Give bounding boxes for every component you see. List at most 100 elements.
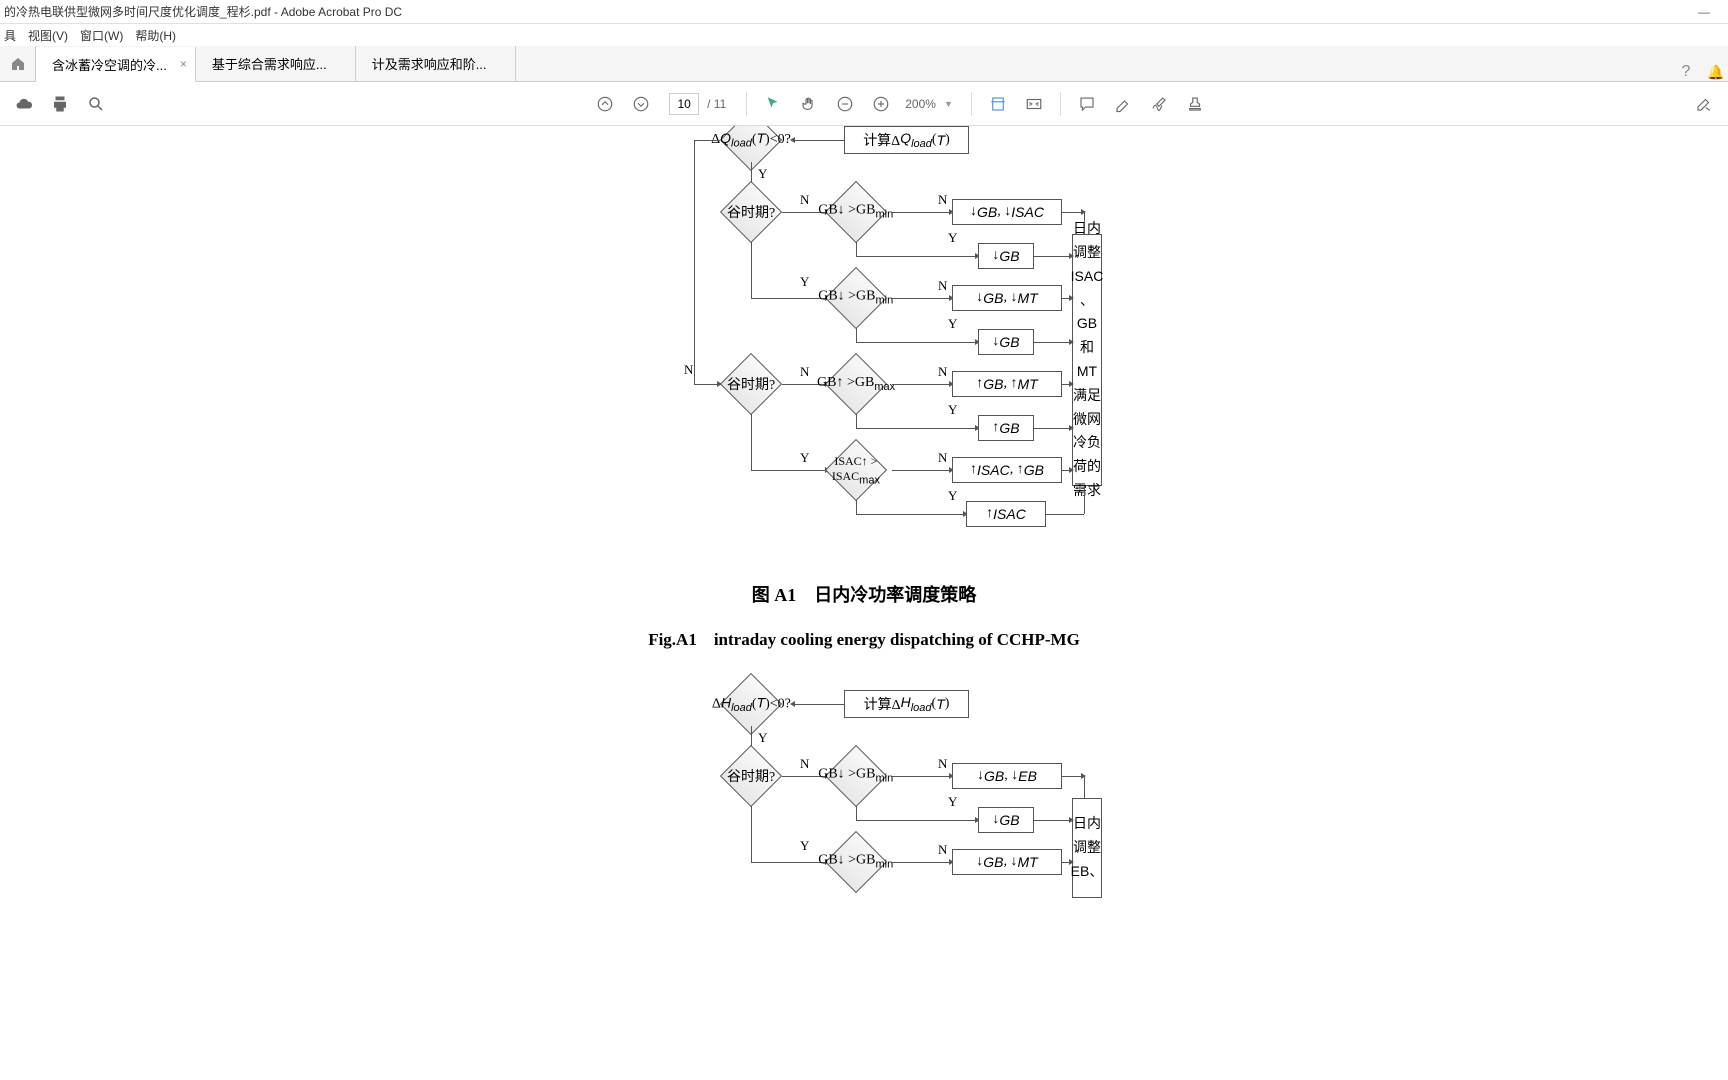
home-tab[interactable] (0, 46, 36, 81)
figure-caption-cn: 图 A1 日内冷功率调度策略 (414, 581, 1314, 607)
flow-connector (856, 428, 978, 429)
tab-document-3[interactable]: 计及需求响应和阶... (356, 46, 516, 81)
help-icon[interactable]: ? (1668, 63, 1704, 81)
minimize-button[interactable]: — (1684, 5, 1724, 19)
flow-connector (1062, 298, 1072, 299)
zoom-dropdown[interactable]: ▼ (944, 99, 953, 109)
node-summary-h-vertical: 日内调整EB、 (1072, 798, 1102, 898)
page-up-button[interactable] (589, 88, 621, 120)
flow-connector (856, 806, 857, 820)
menu-item-view[interactable]: 视图(V) (28, 27, 68, 44)
page-down-button[interactable] (625, 88, 657, 120)
flow-connector (1062, 776, 1084, 777)
flow-connector (856, 242, 857, 256)
node-gb-mt-up: ↑ GB, ↑ MT (952, 371, 1062, 397)
zoom-in-button[interactable] (865, 88, 897, 120)
document-viewport[interactable]: 计算ΔQload(T) ΔQload(T)<0? Y 谷时期? N GB↓ >G… (0, 126, 1728, 1080)
label-Y: Y (948, 316, 957, 332)
close-icon[interactable]: × (180, 57, 187, 71)
label-Y: Y (758, 730, 767, 746)
flow-connector (1034, 256, 1072, 257)
flow-connector (856, 500, 857, 514)
hand-tool[interactable] (793, 88, 825, 120)
comment-button[interactable] (1071, 88, 1103, 120)
label-Y: Y (758, 166, 767, 182)
node-gbdown2: GB↓ >GBmin (825, 267, 887, 329)
tab-label: 含冰蓄冷空调的冷... (52, 55, 167, 74)
node-gb2-down: ↓ GB (978, 329, 1034, 355)
flow-connector (751, 414, 752, 470)
flow-connector (1034, 820, 1072, 821)
page-number-input[interactable] (669, 93, 699, 115)
label-Y: Y (800, 450, 809, 466)
flow-connector (856, 256, 978, 257)
node-gbup: GB↑ >GBmax (825, 353, 887, 415)
label-N: N (938, 192, 947, 208)
fit-width-button[interactable] (982, 88, 1014, 120)
flow-connector (751, 298, 828, 299)
flow-connector (1084, 776, 1085, 798)
label-N: N (938, 278, 947, 294)
label-Y: Y (800, 274, 809, 290)
page-total-label: / 11 (707, 97, 726, 111)
window-title: 的冷热电联供型微网多时间尺度优化调度_程杉.pdf - Adobe Acroba… (4, 3, 402, 20)
menu-item-window[interactable]: 窗口(W) (80, 27, 123, 44)
flow-connector (1084, 486, 1085, 514)
flow-connector (694, 140, 720, 141)
zoom-level: 200% (905, 97, 936, 111)
label-Y: Y (800, 838, 809, 854)
flow-connector (1084, 212, 1085, 234)
sign-button[interactable] (1143, 88, 1175, 120)
print-button[interactable] (44, 88, 76, 120)
flow-connector (856, 514, 966, 515)
zoom-out-button[interactable] (829, 88, 861, 120)
flow-connector (856, 414, 857, 428)
tab-label: 计及需求响应和阶... (372, 54, 487, 73)
select-tool[interactable] (757, 88, 789, 120)
node-valley-h: 谷时期? (720, 745, 782, 807)
stamp-button[interactable] (1179, 88, 1211, 120)
flow-connector (892, 470, 952, 471)
flow-connector (892, 298, 952, 299)
label-N: N (800, 192, 809, 208)
menu-item-help[interactable]: 帮助(H) (135, 27, 176, 44)
flow-connector (1046, 514, 1084, 515)
label-N: N (800, 364, 809, 380)
label-N: N (938, 842, 947, 858)
flow-connector (1062, 384, 1072, 385)
bell-icon[interactable]: 🔔 (1704, 64, 1728, 81)
tab-document-1[interactable]: 含冰蓄冷空调的冷... × (36, 47, 196, 82)
node-summary-vertical: 日内调整ISAC、GB和MT满足微网冷负荷的需求 (1072, 234, 1102, 486)
fit-page-button[interactable] (1018, 88, 1050, 120)
node-gbup-only: ↑ GB (978, 415, 1034, 441)
node-isac-gb-up: ↑ ISAC, ↑ GB (952, 457, 1062, 483)
flow-connector (1062, 470, 1072, 471)
node-calc-dh: 计算ΔHload(T) (844, 690, 969, 718)
figure-caption-en: Fig.A1 intraday cooling energy dispatchi… (414, 625, 1314, 650)
node-gb-mt-h-down: ↓ GB, ↓ MT (952, 849, 1062, 875)
menu-bar: 具 视图(V) 窗口(W) 帮助(H) (0, 24, 1728, 46)
node-valley2: 谷时期? (720, 353, 782, 415)
search-button[interactable] (80, 88, 112, 120)
highlight-button[interactable] (1107, 88, 1139, 120)
tab-document-2[interactable]: 基于综合需求响应... (196, 46, 356, 81)
flow-connector (1062, 862, 1072, 863)
label-Y: Y (948, 794, 957, 810)
toolbar: / 11 200% ▼ (0, 82, 1728, 126)
flow-connector (751, 470, 828, 471)
label-Y: Y (948, 230, 957, 246)
node-gbdown-h2: GB↓ >GBmin (825, 831, 887, 893)
node-isac-up: ↑ ISAC (966, 501, 1046, 527)
node-gb1-down: ↓ GB (978, 243, 1034, 269)
pdf-page: 计算ΔQload(T) ΔQload(T)<0? Y 谷时期? N GB↓ >G… (414, 126, 1314, 910)
menu-item-tools[interactable]: 具 (4, 27, 16, 44)
flow-connector (856, 820, 978, 821)
flow-connector (856, 342, 978, 343)
flow-connector (892, 212, 952, 213)
flow-connector (1034, 342, 1072, 343)
edit-pdf-button[interactable] (1688, 88, 1720, 120)
node-gb-eb-down: ↓ GB, ↓ EB (952, 763, 1062, 789)
node-valley1: 谷时期? (720, 181, 782, 243)
home-icon (10, 56, 26, 72)
save-cloud-button[interactable] (8, 88, 40, 120)
